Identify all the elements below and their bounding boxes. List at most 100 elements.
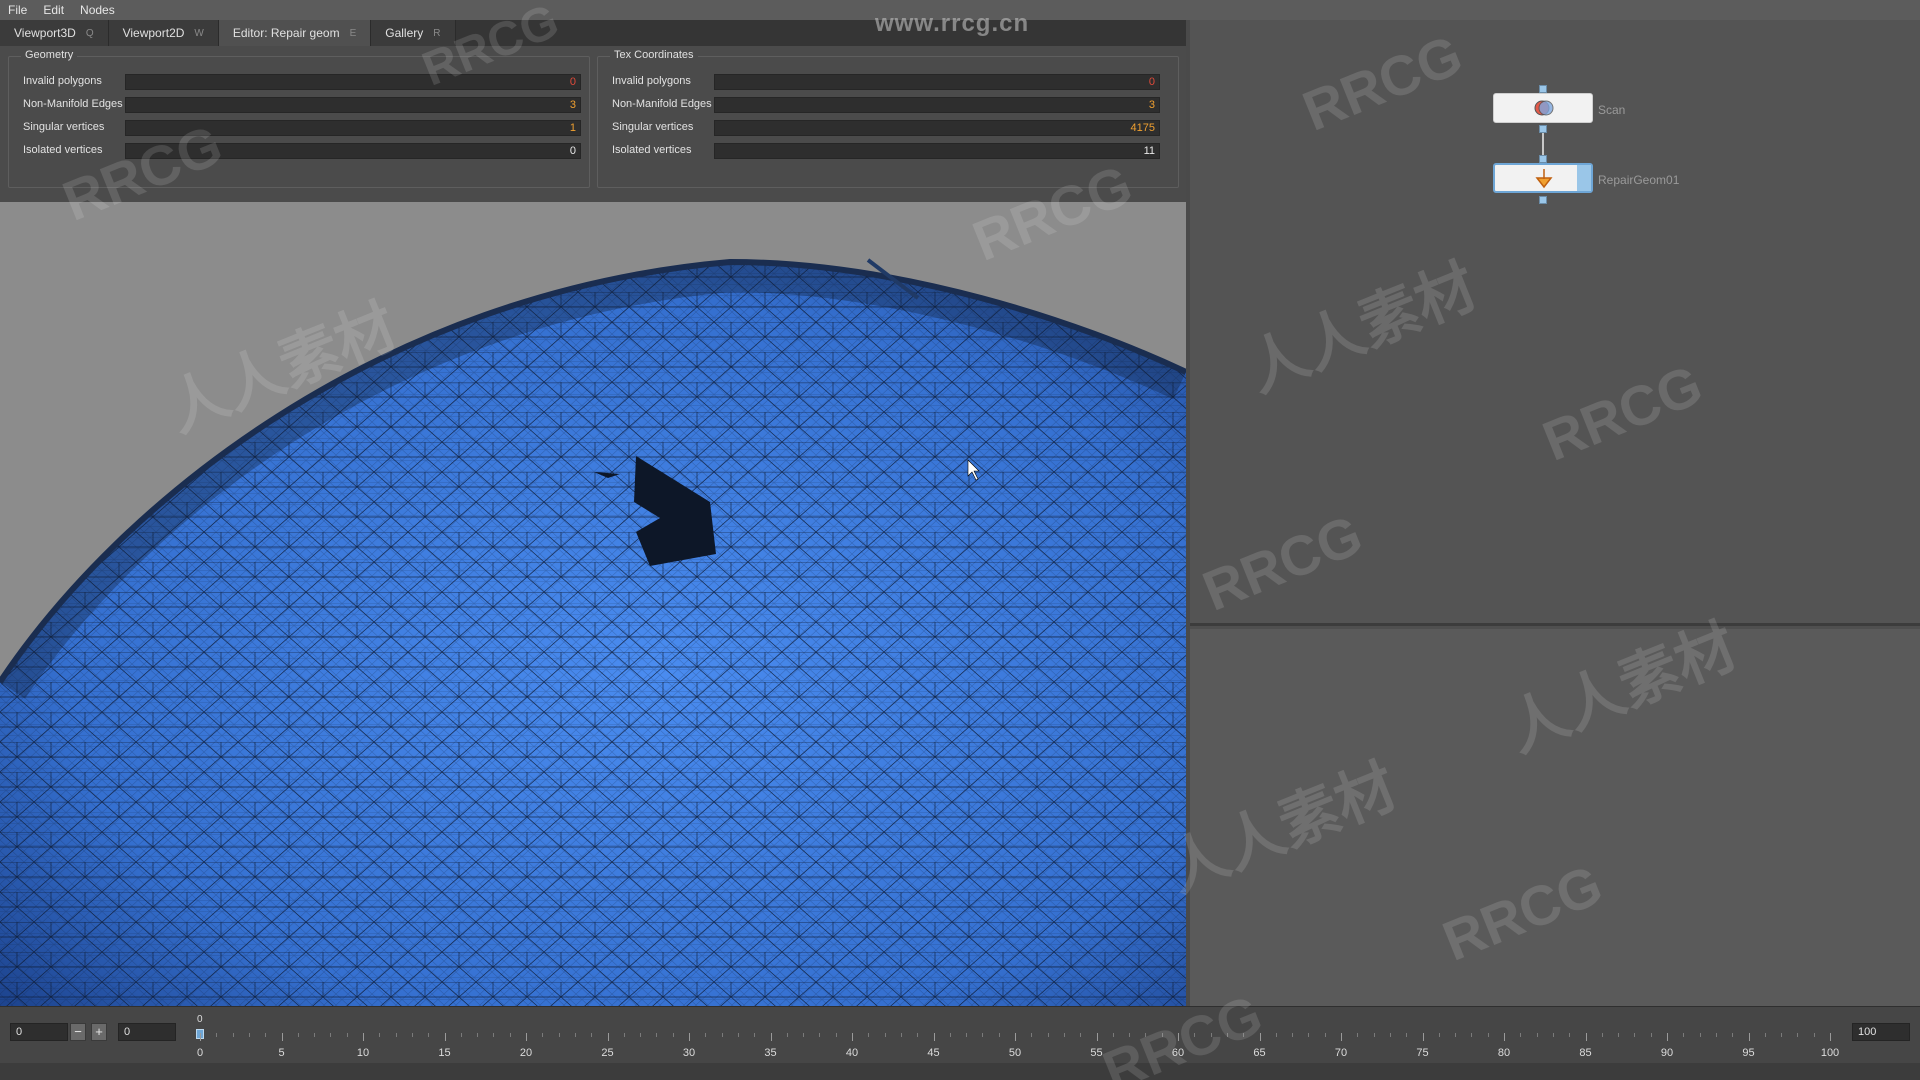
timeline-tick-label: 50 bbox=[1008, 1047, 1022, 1059]
timeline-tick bbox=[705, 1033, 707, 1037]
end-frame-field[interactable] bbox=[1852, 1023, 1910, 1041]
timeline-tick bbox=[444, 1033, 446, 1041]
current-frame-field[interactable] bbox=[118, 1023, 176, 1041]
timeline-tick bbox=[852, 1033, 853, 1041]
timeline-tick bbox=[835, 1033, 837, 1037]
timeline-tick-label: 45 bbox=[927, 1047, 940, 1059]
timeline-tick bbox=[216, 1033, 218, 1037]
geometry-group-title: Geometry bbox=[21, 49, 78, 61]
timeline-tick bbox=[640, 1033, 642, 1037]
timeline-tick bbox=[770, 1033, 772, 1041]
timeline-tick-label: 70 bbox=[1334, 1047, 1348, 1059]
timeline-tick bbox=[1047, 1033, 1049, 1037]
stat-label: Invalid polygons bbox=[23, 75, 102, 87]
timeline-tick bbox=[1308, 1033, 1310, 1037]
menu-edit[interactable]: Edit bbox=[43, 3, 64, 17]
scan-input-port[interactable] bbox=[1539, 85, 1547, 93]
stat-row: Non-Manifold Edges 3 bbox=[9, 96, 589, 114]
stat-value: 0 bbox=[569, 145, 576, 157]
timeline-tick bbox=[1487, 1033, 1489, 1037]
stat-row: Singular vertices 4175 bbox=[598, 119, 1178, 137]
timeline-tick bbox=[265, 1033, 267, 1037]
stat-label: Singular vertices bbox=[612, 121, 694, 133]
timeline: − + 0 0510152025303540455055606570758085… bbox=[0, 1006, 1920, 1080]
timeline-tick bbox=[607, 1033, 609, 1041]
timeline-tick-label: 20 bbox=[519, 1047, 533, 1059]
timeline-tick bbox=[1341, 1033, 1342, 1041]
frame-decrement-button[interactable]: − bbox=[70, 1023, 86, 1041]
timeline-tick bbox=[786, 1033, 788, 1037]
stat-label: Singular vertices bbox=[23, 121, 105, 133]
stat-row: Isolated vertices 11 bbox=[598, 142, 1178, 160]
timeline-tick bbox=[1504, 1033, 1505, 1041]
timeline-tick bbox=[1830, 1033, 1831, 1041]
timeline-tick-label: 35 bbox=[764, 1047, 777, 1059]
timeline-tick bbox=[900, 1033, 902, 1037]
timeline-ruler[interactable]: 0 5 10 15 20 25 30 35 40 45 50 55 60 65 70 75 80 85 90 95 10… bbox=[197, 1023, 1839, 1063]
stat-value: 4175 bbox=[1130, 122, 1155, 134]
timeline-tick bbox=[1096, 1033, 1098, 1041]
repair-input-port[interactable] bbox=[1539, 155, 1547, 163]
stat-value: 3 bbox=[1148, 99, 1155, 111]
timeline-tick bbox=[803, 1033, 805, 1037]
timeline-tick bbox=[1406, 1033, 1408, 1037]
timeline-tick bbox=[1063, 1033, 1065, 1037]
timeline-tick bbox=[1650, 1033, 1652, 1037]
timeline-tick bbox=[1520, 1033, 1522, 1037]
stat-label: Invalid polygons bbox=[612, 75, 691, 87]
timeline-tick bbox=[1683, 1033, 1685, 1037]
scan-output-port[interactable] bbox=[1539, 125, 1547, 133]
timeline-tick bbox=[1797, 1033, 1799, 1037]
timeline-tick bbox=[623, 1033, 625, 1037]
timeline-tick bbox=[1569, 1033, 1571, 1037]
timeline-tick-label: 85 bbox=[1579, 1047, 1592, 1059]
timeline-tick bbox=[819, 1033, 821, 1037]
timeline-tick-label: 80 bbox=[1497, 1047, 1511, 1059]
stat-value: 1 bbox=[569, 122, 576, 134]
tab-editor-repair-geom[interactable]: Editor: Repair geom E bbox=[218, 20, 372, 46]
start-frame-field[interactable] bbox=[10, 1023, 68, 1041]
repair-output-port[interactable] bbox=[1539, 196, 1547, 204]
frame-increment-button[interactable]: + bbox=[91, 1023, 107, 1041]
timeline-tick bbox=[1536, 1033, 1538, 1037]
timeline-tick-label: 90 bbox=[1660, 1047, 1674, 1059]
timeline-tick bbox=[1715, 1033, 1717, 1037]
stat-bar: 0 bbox=[714, 74, 1160, 90]
scan-node-label: Scan bbox=[1598, 103, 1626, 117]
timeline-tick bbox=[917, 1033, 919, 1037]
tab-viewport2d[interactable]: Viewport2D W bbox=[108, 20, 219, 46]
timeline-tick bbox=[868, 1033, 870, 1037]
scan-node[interactable] bbox=[1493, 93, 1593, 123]
timeline-tick bbox=[656, 1033, 658, 1037]
timeline-tick bbox=[884, 1033, 886, 1037]
timeline-tick bbox=[574, 1033, 576, 1037]
mesh-render bbox=[0, 258, 1186, 1006]
timeline-tick bbox=[1781, 1033, 1783, 1037]
status-strip bbox=[0, 1063, 1920, 1080]
timeline-tick bbox=[949, 1033, 951, 1037]
timeline-tick bbox=[314, 1033, 316, 1037]
tex-coordinates-group-title: Tex Coordinates bbox=[610, 49, 698, 61]
menu-file[interactable]: File bbox=[8, 3, 27, 17]
stat-bar: 0 bbox=[125, 74, 581, 90]
timeline-tick-label: 30 bbox=[682, 1047, 696, 1059]
timeline-tick bbox=[297, 1033, 299, 1037]
timeline-tick bbox=[1764, 1033, 1766, 1037]
timeline-tick bbox=[1389, 1033, 1391, 1037]
stat-row: Invalid polygons 0 bbox=[9, 73, 589, 91]
timeline-tick bbox=[460, 1033, 462, 1037]
viewport-3d[interactable] bbox=[0, 202, 1186, 1006]
stat-row: Invalid polygons 0 bbox=[598, 73, 1178, 91]
repair-geom-node[interactable] bbox=[1493, 163, 1593, 193]
timeline-tick bbox=[379, 1033, 381, 1037]
timeline-tick bbox=[248, 1033, 250, 1037]
timeline-tick bbox=[477, 1033, 479, 1037]
stat-label: Isolated vertices bbox=[612, 144, 692, 156]
timeline-tick bbox=[1080, 1033, 1082, 1037]
stat-label: Non-Manifold Edges bbox=[23, 98, 123, 110]
menu-nodes[interactable]: Nodes bbox=[80, 3, 115, 17]
tab-viewport3d[interactable]: Viewport3D Q bbox=[0, 20, 109, 46]
timeline-tick bbox=[346, 1033, 348, 1037]
timeline-tick-label: 15 bbox=[438, 1047, 451, 1059]
timeline-tick-label: 5 bbox=[278, 1047, 285, 1059]
